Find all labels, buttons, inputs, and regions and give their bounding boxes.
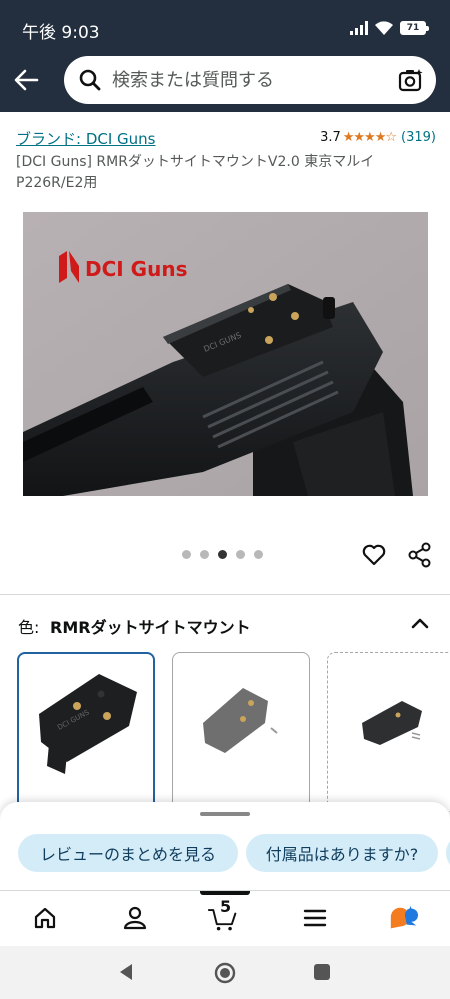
product-photo: DCI GUNS DCI Guns [23,212,428,496]
chip-review-summary[interactable]: レビューのまとめを見る [18,834,238,872]
carousel-dot[interactable] [200,550,209,559]
chip-partial[interactable] [446,834,450,872]
bottom-nav: 5 [0,890,450,946]
variation-row[interactable]: 色: RMRダットサイトマウント [18,612,432,638]
android-home-icon[interactable] [213,961,237,985]
heart-icon [362,544,386,566]
search-box[interactable] [64,56,436,104]
home-icon [34,907,56,929]
signal-icon [350,21,368,35]
nav-rufus[interactable] [388,903,418,933]
star-rating-icon: ★★★★☆ [342,130,397,145]
carousel-dot-active[interactable] [218,550,227,559]
rating-value: 3.7 [320,130,341,145]
menu-icon [303,909,327,927]
nav-home[interactable] [30,903,60,933]
android-back-icon[interactable] [116,962,136,982]
carousel-dot[interactable] [236,550,245,559]
user-icon [123,906,147,930]
nav-account[interactable] [120,903,150,933]
back-button[interactable] [8,62,44,98]
share-icon [408,542,431,568]
variant-option[interactable] [327,652,450,812]
suggestion-sheet[interactable]: レビューのまとめを見る 付属品はありますか? [0,802,450,894]
carousel-dot[interactable] [182,550,191,559]
carousel-dots [182,550,263,559]
product-image[interactable]: DCI GUNS DCI Guns [23,212,428,496]
chevron-up-icon[interactable] [408,612,432,636]
brand-rating-row: ブランド: DCI Guns 3.7 ★★★★☆ (319) [16,128,436,152]
variant-option-selected[interactable]: DCI GUNS [17,652,155,812]
wifi-icon [375,21,393,35]
search-header [0,56,450,112]
share-button[interactable] [407,542,433,568]
status-time: 午後 9:03 [22,23,100,43]
status-bar: 午後 9:03 71 [0,0,450,56]
product-title: [DCI Guns] RMRダットサイトマウントV2.0 東京マルイ P226R… [16,154,375,191]
variant-image: DCI GUNS [39,674,137,774]
section-divider [0,594,450,595]
assistant-icon [390,905,418,929]
wishlist-button[interactable] [361,542,387,568]
rating-summary[interactable]: 3.7 ★★★★☆ (319) [320,130,436,145]
svg-text:DCI Guns: DCI Guns [85,257,187,281]
variant-image [203,688,278,753]
chip-accessories[interactable]: 付属品はありますか? [246,834,438,872]
android-recents-icon[interactable] [313,963,331,981]
battery-icon: 71 [400,21,429,35]
sheet-handle[interactable] [200,812,250,816]
cart-count: 5 [220,897,232,916]
status-icons: 71 [350,20,429,36]
camera-search-icon[interactable] [398,67,424,93]
back-arrow-icon [14,69,39,91]
android-nav-bar [0,946,450,999]
rating-count[interactable]: (319) [401,130,436,145]
search-icon [79,69,101,91]
search-input[interactable] [112,66,372,94]
carousel-dot[interactable] [254,550,263,559]
nav-cart[interactable]: 5 [208,897,238,933]
variant-image [362,701,422,745]
nav-active-indicator [200,891,250,895]
nav-menu[interactable] [300,903,330,933]
variant-option[interactable] [172,652,310,812]
variation-value: RMRダットサイトマウント [50,618,251,637]
variation-label: 色: [18,618,40,637]
brand-link[interactable]: ブランド: DCI Guns [16,128,156,149]
